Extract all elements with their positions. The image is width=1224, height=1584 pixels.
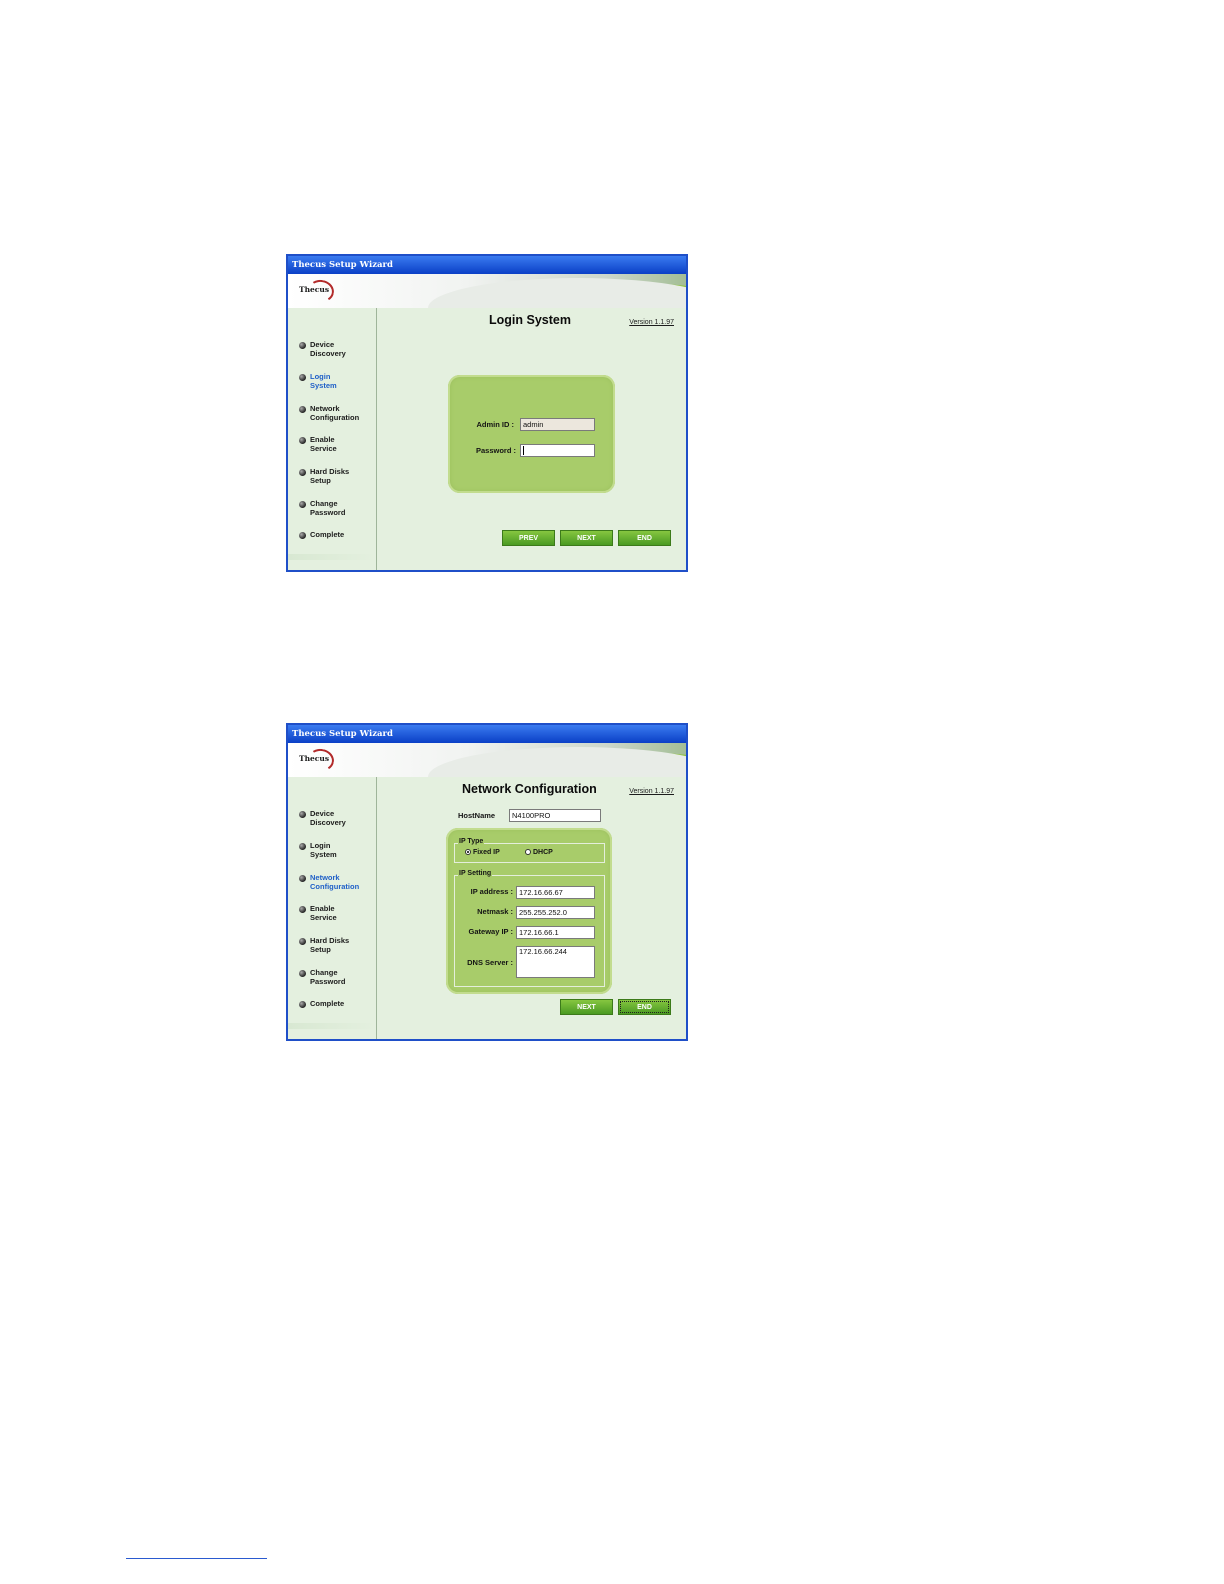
- nav-label: Change Password: [310, 499, 346, 517]
- dns-server-label: DNS Server :: [467, 958, 513, 967]
- dhcp-radio[interactable]: DHCP: [525, 849, 553, 856]
- banner-swoosh-highlight: [428, 278, 686, 308]
- nav-label: Login System: [310, 372, 337, 390]
- thecus-logo: Thecus: [296, 746, 336, 774]
- prev-button[interactable]: PREV: [502, 530, 555, 546]
- nav-enable-service[interactable]: Enable Service: [299, 904, 375, 934]
- page-title: Login System: [489, 313, 571, 327]
- nav-hard-disks-setup[interactable]: Hard Disks Setup: [299, 936, 375, 966]
- bullet-icon: [299, 501, 306, 508]
- admin-id-input[interactable]: [520, 418, 595, 431]
- banner: Thecus: [288, 743, 686, 777]
- bullet-icon: [299, 532, 306, 539]
- nav-label: Network Configuration: [310, 404, 360, 422]
- gateway-ip-input[interactable]: [516, 926, 595, 939]
- radio-selected-icon: [465, 849, 471, 856]
- bullet-icon: [299, 406, 306, 413]
- nav-hard-disks-setup[interactable]: Hard Disks Setup: [299, 467, 375, 497]
- ip-setting-group: IP Setting IP address : Netmask : Gatewa…: [454, 870, 605, 987]
- dhcp-label: DHCP: [532, 849, 553, 856]
- radio-unselected-icon: [525, 849, 531, 856]
- password-input[interactable]: [520, 444, 595, 457]
- hostname-input[interactable]: [509, 809, 601, 822]
- ip-address-input[interactable]: [516, 886, 595, 899]
- bullet-icon: [299, 875, 306, 882]
- nav-label: Network Configuration: [310, 873, 360, 891]
- bullet-icon: [299, 938, 306, 945]
- next-button[interactable]: NEXT: [560, 530, 613, 546]
- ip-type-legend: IP Type: [458, 838, 485, 845]
- login-panel: Admin ID : Password :: [448, 375, 615, 493]
- bullet-icon: [299, 906, 306, 913]
- window-title: Thecus Setup Wizard: [292, 729, 393, 739]
- window-title-bar[interactable]: Thecus Setup Wizard: [288, 725, 686, 743]
- logo-text: Thecus: [299, 285, 330, 294]
- sidebar-footer-strip: [288, 1023, 376, 1029]
- ip-setting-legend: IP Setting: [458, 870, 493, 877]
- nav-network-configuration[interactable]: Network Configuration: [299, 873, 375, 903]
- window-title-bar[interactable]: Thecus Setup Wizard: [288, 256, 686, 274]
- nav-label: Device Discovery: [310, 809, 346, 827]
- nav-label: Enable Service: [310, 435, 337, 453]
- window-title: Thecus Setup Wizard: [292, 260, 393, 270]
- banner: Thecus: [288, 274, 686, 308]
- password-label: Password :: [475, 446, 516, 455]
- nav-label: Device Discovery: [310, 340, 346, 358]
- network-wizard-window: Thecus Setup Wizard Thecus Device Discov…: [286, 723, 688, 1041]
- nav-label: Complete: [310, 999, 345, 1008]
- network-panel: IP Type Fixed IP DHCP IP Setting IP addr…: [446, 828, 612, 994]
- sidebar-footer-strip: [288, 554, 376, 560]
- nav-network-configuration[interactable]: Network Configuration: [299, 404, 375, 434]
- fixed-ip-radio[interactable]: Fixed IP: [465, 849, 500, 856]
- end-button[interactable]: END: [618, 530, 671, 546]
- nav-label: Enable Service: [310, 904, 337, 922]
- nav-change-password[interactable]: Change Password: [299, 499, 375, 529]
- text-caret: [523, 446, 524, 455]
- bullet-icon: [299, 1001, 306, 1008]
- nav-login-system[interactable]: Login System: [299, 841, 375, 871]
- nav-enable-service[interactable]: Enable Service: [299, 435, 375, 465]
- netmask-input[interactable]: [516, 906, 595, 919]
- version-link[interactable]: Version 1.1.97: [629, 319, 674, 326]
- admin-id-label: Admin ID :: [476, 420, 515, 429]
- thecus-logo: Thecus: [296, 277, 336, 305]
- nav-label: Change Password: [310, 968, 346, 986]
- wizard-steps-sidebar: Device Discovery Login System Network Co…: [288, 308, 377, 570]
- nav-device-discovery[interactable]: Device Discovery: [299, 809, 375, 839]
- login-wizard-window: Thecus Setup Wizard Thecus Device Discov…: [286, 254, 688, 572]
- wizard-steps-sidebar: Device Discovery Login System Network Co…: [288, 777, 377, 1039]
- dns-server-input[interactable]: 172.16.66.244: [516, 946, 595, 978]
- bullet-icon: [299, 342, 306, 349]
- ip-type-group: IP Type Fixed IP DHCP: [454, 838, 605, 863]
- bullet-icon: [299, 970, 306, 977]
- bullet-icon: [299, 811, 306, 818]
- bullet-icon: [299, 843, 306, 850]
- footnote-separator: [126, 1558, 267, 1559]
- gateway-ip-label: Gateway IP :: [468, 927, 513, 936]
- nav-login-system[interactable]: Login System: [299, 372, 375, 402]
- banner-swoosh-highlight: [428, 747, 686, 777]
- version-link[interactable]: Version 1.1.97: [629, 788, 674, 795]
- nav-label: Hard Disks Setup: [310, 467, 350, 485]
- end-button[interactable]: END: [618, 999, 671, 1015]
- nav-label: Hard Disks Setup: [310, 936, 350, 954]
- bullet-icon: [299, 374, 306, 381]
- next-button[interactable]: NEXT: [560, 999, 613, 1015]
- hostname-label: HostName: [458, 811, 496, 820]
- ip-address-label: IP address :: [470, 887, 513, 896]
- bullet-icon: [299, 437, 306, 444]
- nav-label: Login System: [310, 841, 337, 859]
- fixed-ip-label: Fixed IP: [472, 849, 500, 856]
- bullet-icon: [299, 469, 306, 476]
- netmask-label: Netmask :: [477, 907, 513, 916]
- logo-text: Thecus: [299, 754, 330, 763]
- page-title: Network Configuration: [462, 782, 597, 796]
- nav-device-discovery[interactable]: Device Discovery: [299, 340, 375, 370]
- nav-change-password[interactable]: Change Password: [299, 968, 375, 998]
- nav-label: Complete: [310, 530, 345, 539]
